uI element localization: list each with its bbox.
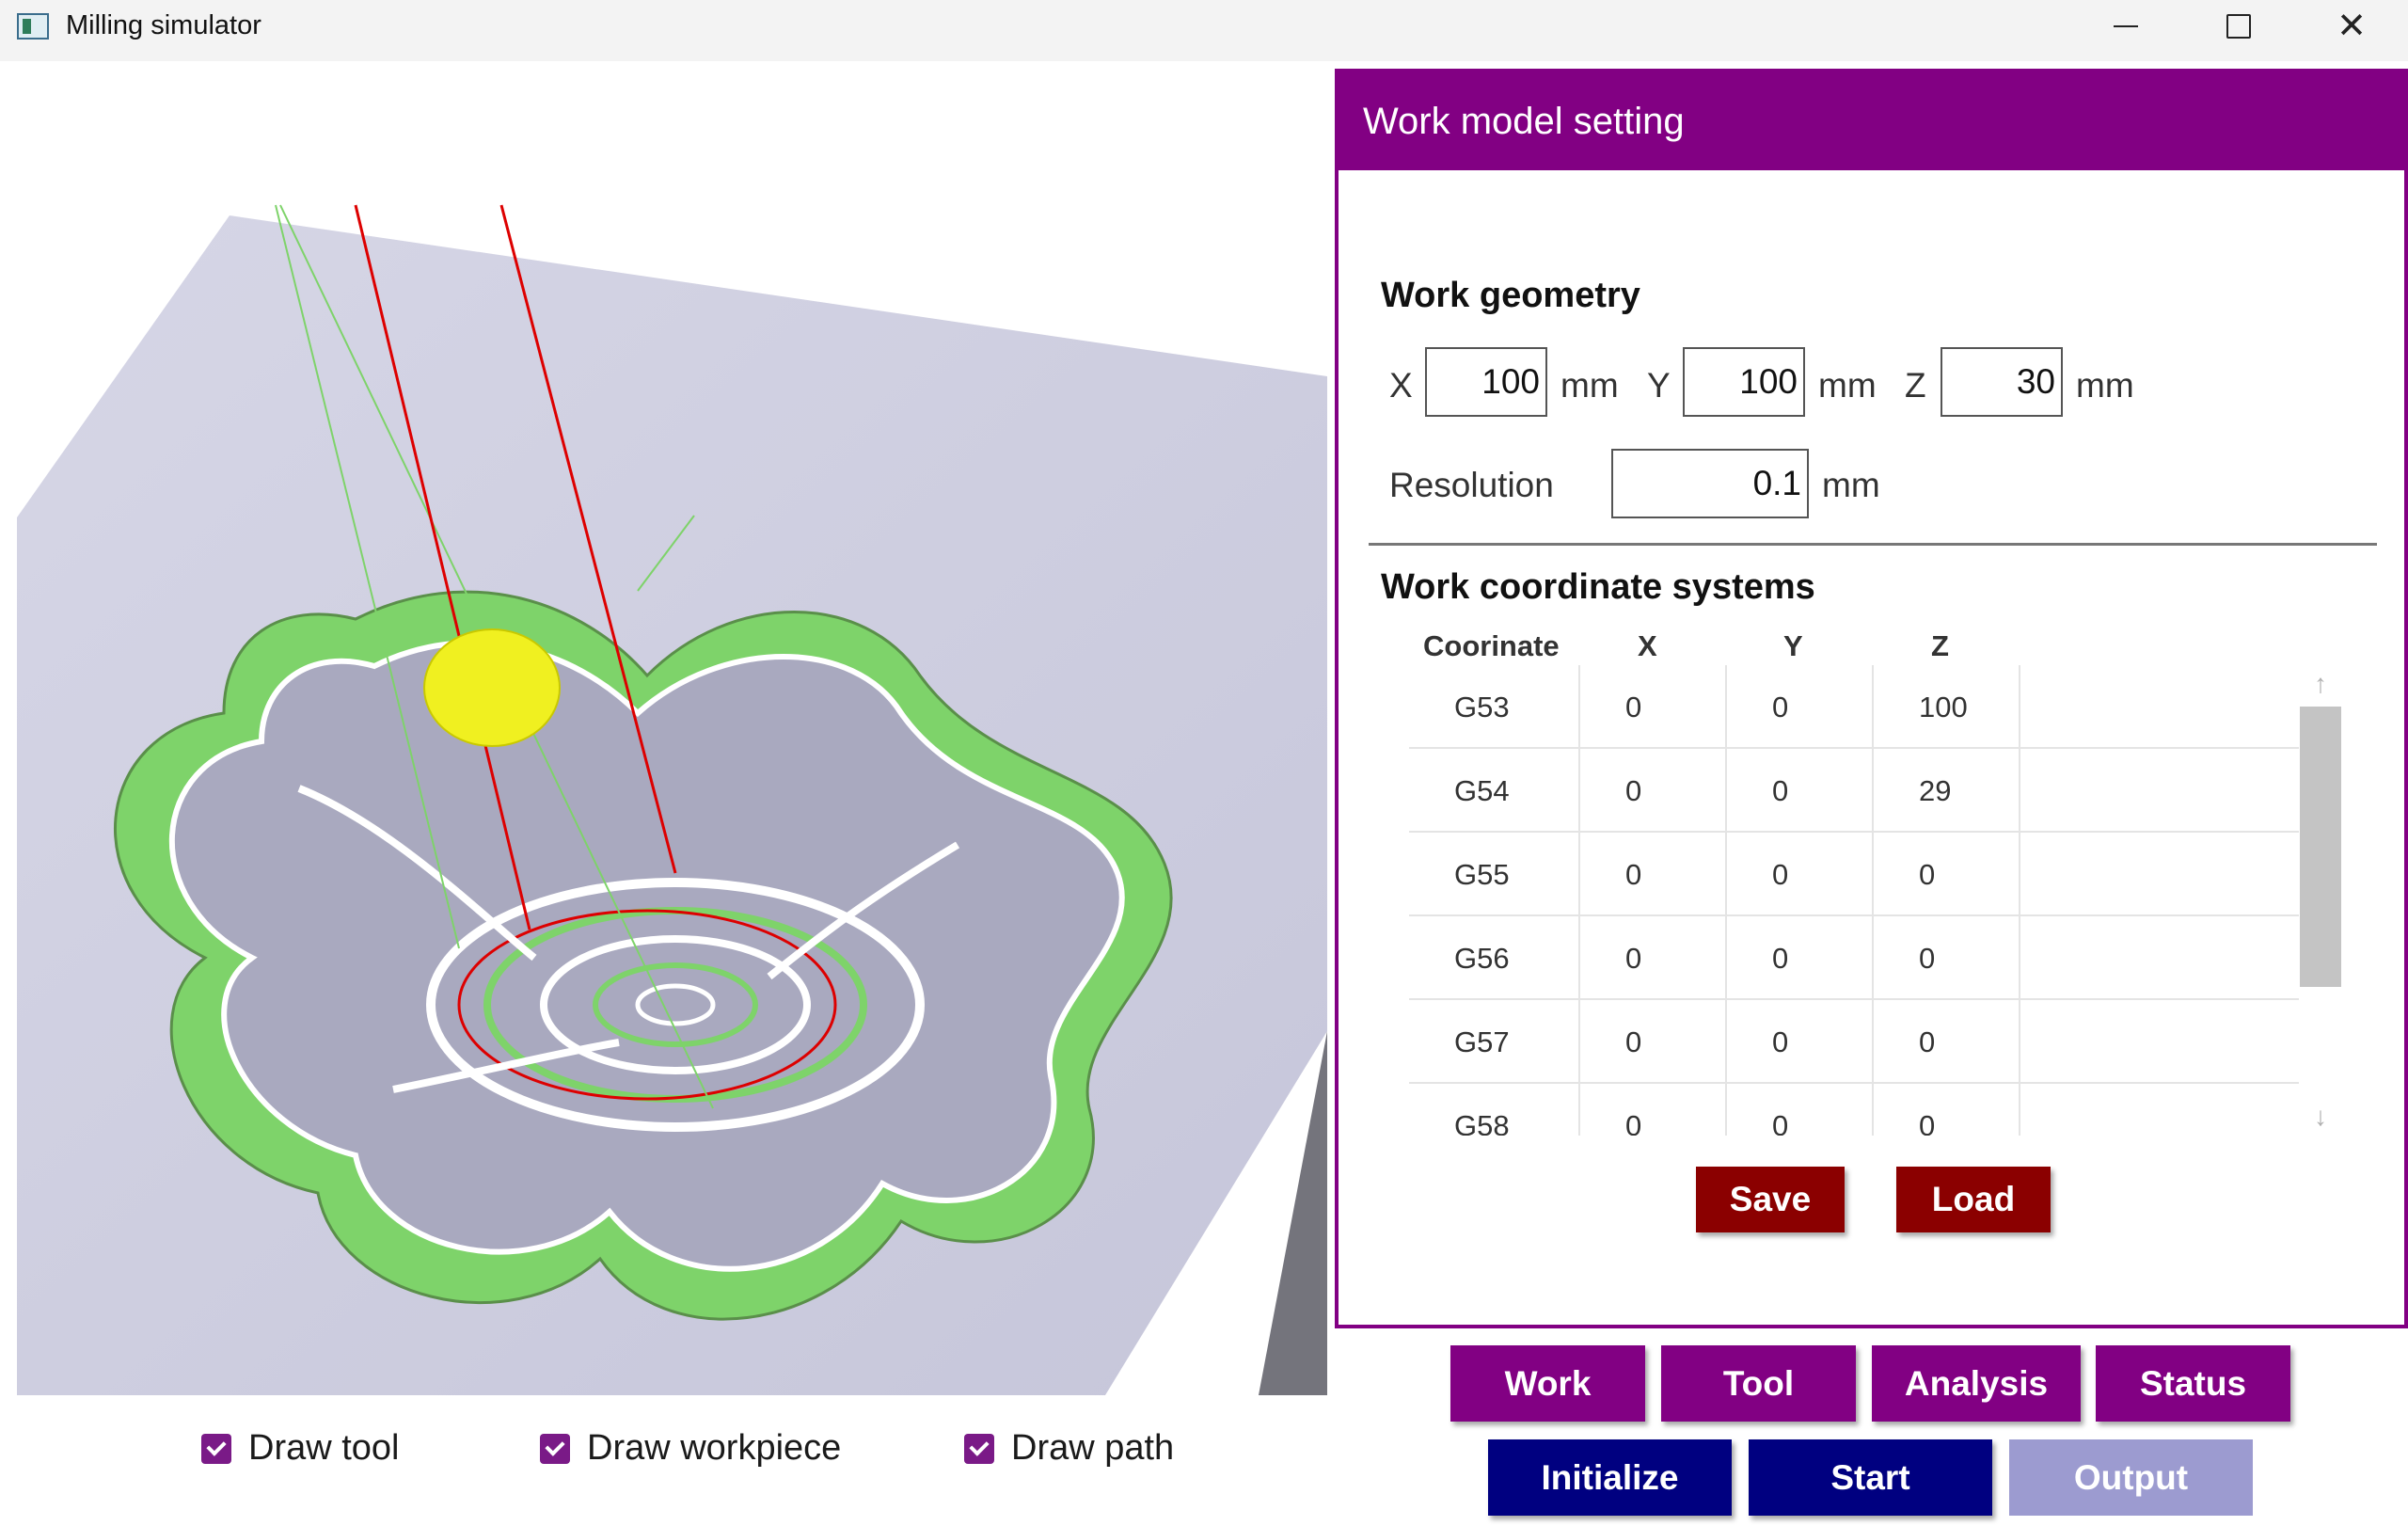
table-row[interactable]: G58 0 0 0 [1409, 1084, 2299, 1137]
section-divider [1369, 543, 2377, 546]
load-button[interactable]: Load [1896, 1167, 2051, 1232]
save-button[interactable]: Save [1696, 1167, 1845, 1232]
table-row[interactable]: G57 0 0 0 [1409, 1000, 2299, 1084]
table-row[interactable]: G56 0 0 0 [1409, 916, 2299, 1000]
checkbox-checked-icon [201, 1433, 231, 1464]
close-icon: ✕ [2337, 6, 2367, 46]
table-row[interactable]: G55 0 0 0 [1409, 833, 2299, 916]
x-label: X [1389, 366, 1413, 405]
work-geometry-title: Work geometry [1381, 276, 1640, 315]
resolution-input[interactable]: 0.1 [1611, 449, 1809, 518]
y-size-input[interactable]: 100 [1683, 347, 1805, 417]
z-label: Z [1905, 366, 1926, 405]
panel-header: Work model setting [1339, 72, 2404, 170]
wcs-table[interactable]: G53 0 0 100 G54 0 0 29 G55 0 0 0 G56 0 0… [1409, 665, 2299, 1136]
table-row[interactable]: G53 0 0 100 [1409, 665, 2299, 749]
col-header-y[interactable]: Y [1783, 629, 1803, 663]
scroll-up-arrow-icon[interactable]: ↑ [2300, 665, 2341, 703]
output-button: Output [2009, 1439, 2253, 1516]
window-title: Milling simulator [66, 10, 261, 40]
work-nav-button[interactable]: Work [1450, 1345, 1645, 1422]
scroll-thumb[interactable] [2300, 707, 2341, 987]
scroll-down-arrow-icon[interactable]: ↓ [2300, 1098, 2341, 1136]
y-unit: mm [1818, 366, 1877, 405]
wcs-title: Work coordinate systems [1381, 567, 1815, 607]
simulation-viewport[interactable] [17, 120, 1327, 1395]
col-header-x[interactable]: X [1638, 629, 1657, 663]
draw-tool-checkbox[interactable]: Draw tool [201, 1428, 400, 1469]
analysis-nav-button[interactable]: Analysis [1872, 1345, 2081, 1422]
col-header-z[interactable]: Z [1931, 629, 1949, 663]
table-scrollbar[interactable]: ↑ ↓ [2300, 665, 2341, 1136]
x-unit: mm [1560, 366, 1619, 405]
tool-nav-button[interactable]: Tool [1661, 1345, 1856, 1422]
minimize-button[interactable] [2069, 0, 2182, 52]
table-row[interactable]: G54 0 0 29 [1409, 749, 2299, 833]
title-bar: Milling simulator ✕ [0, 0, 2408, 61]
resolution-unit: mm [1822, 466, 1880, 504]
app-window-icon [17, 13, 49, 40]
col-header-coordinate[interactable]: Coorinate [1423, 629, 1560, 663]
initialize-button[interactable]: Initialize [1488, 1439, 1732, 1516]
z-unit: mm [2076, 366, 2134, 405]
draw-workpiece-checkbox[interactable]: Draw workpiece [540, 1428, 841, 1469]
z-size-input[interactable]: 30 [1941, 347, 2063, 417]
work-model-panel: Work model setting Work geometry X 100 m… [1335, 69, 2408, 1328]
tool-ball [423, 628, 561, 747]
maximize-button[interactable] [2182, 0, 2295, 52]
checkbox-checked-icon [540, 1433, 570, 1464]
minimize-icon [2114, 24, 2138, 27]
status-nav-button[interactable]: Status [2096, 1345, 2290, 1422]
checkbox-checked-icon [964, 1433, 994, 1464]
start-button[interactable]: Start [1749, 1439, 1992, 1516]
resolution-label: Resolution [1389, 466, 1554, 504]
draw-path-checkbox[interactable]: Draw path [964, 1428, 1174, 1469]
x-size-input[interactable]: 100 [1425, 347, 1547, 417]
y-label: Y [1647, 366, 1671, 405]
maximize-icon [2226, 13, 2251, 39]
close-button[interactable]: ✕ [2295, 0, 2408, 52]
